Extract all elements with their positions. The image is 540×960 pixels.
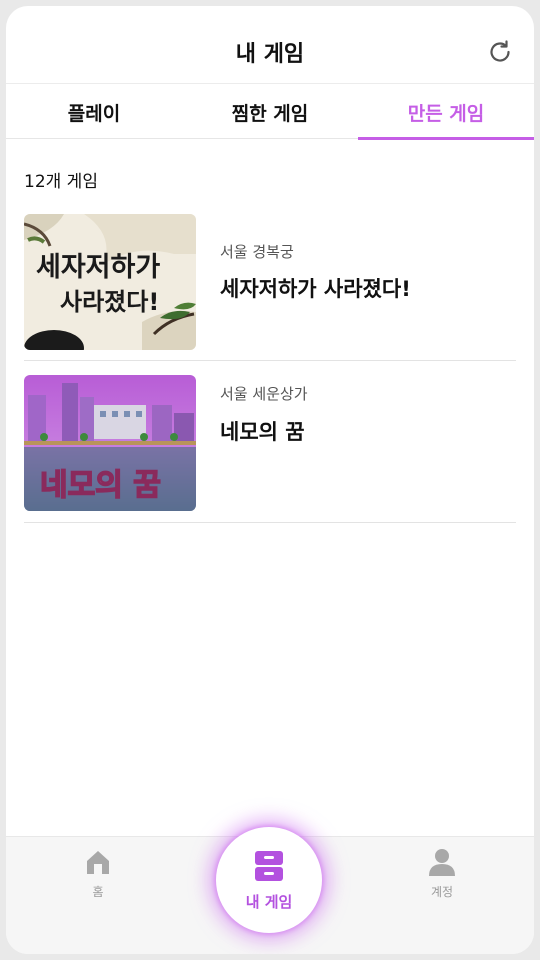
nav-account-label: 계정 (430, 885, 454, 899)
tab-bar: 플레이 찜한 게임 만든 게임 (6, 85, 534, 140)
nav-home-label: 홈 (92, 885, 104, 899)
refresh-icon[interactable] (486, 38, 514, 66)
thumb-title: 네모의 꿈 (40, 468, 161, 503)
tab-play[interactable]: 플레이 (6, 85, 182, 139)
user-icon (429, 849, 455, 876)
game-list: 세자저하가 사라졌다! 서울 경복궁 세자저하가 사라졌다! 네모의 꿈 서울 … (6, 211, 534, 523)
nav-my-games-label: 내 게임 (245, 892, 293, 911)
thumb-title-line-1: 세자저하가 (36, 252, 160, 283)
tab-wishlist[interactable]: 찜한 게임 (182, 85, 358, 139)
tab-created-games[interactable]: 만든 게임 (358, 85, 534, 140)
page-title: 내 게임 (235, 42, 305, 67)
thumb-title-line-2: 사라졌다! (60, 288, 159, 316)
game-thumbnail: 네모의 꿈 (24, 375, 196, 511)
bottom-nav: 홈 내 게임 계정 (6, 827, 534, 954)
game-thumbnail: 세자저하가 사라졌다! (24, 214, 196, 350)
game-title: 세자저하가 사라졌다! (220, 277, 411, 301)
game-count: 12개 게임 (24, 172, 98, 192)
list-box-icon (255, 850, 283, 881)
nav-account[interactable]: 계정 (382, 847, 502, 927)
home-icon (87, 851, 109, 874)
game-title: 네모의 꿈 (220, 420, 305, 444)
app-screen: 내 게임 플레이 찜한 게임 만든 게임 12개 게임 세자저하가 사라졌다! … (6, 6, 534, 954)
game-location: 서울 경복궁 (220, 243, 294, 261)
nav-home[interactable]: 홈 (38, 847, 158, 927)
header: 내 게임 (6, 6, 534, 84)
game-item-2[interactable]: 네모의 꿈 서울 세운상가 네모의 꿈 (24, 361, 516, 523)
game-location: 서울 세운상가 (220, 385, 308, 403)
nav-my-games[interactable]: 내 게임 (216, 827, 322, 933)
game-item-1[interactable]: 세자저하가 사라졌다! 서울 경복궁 세자저하가 사라졌다! (24, 211, 516, 361)
